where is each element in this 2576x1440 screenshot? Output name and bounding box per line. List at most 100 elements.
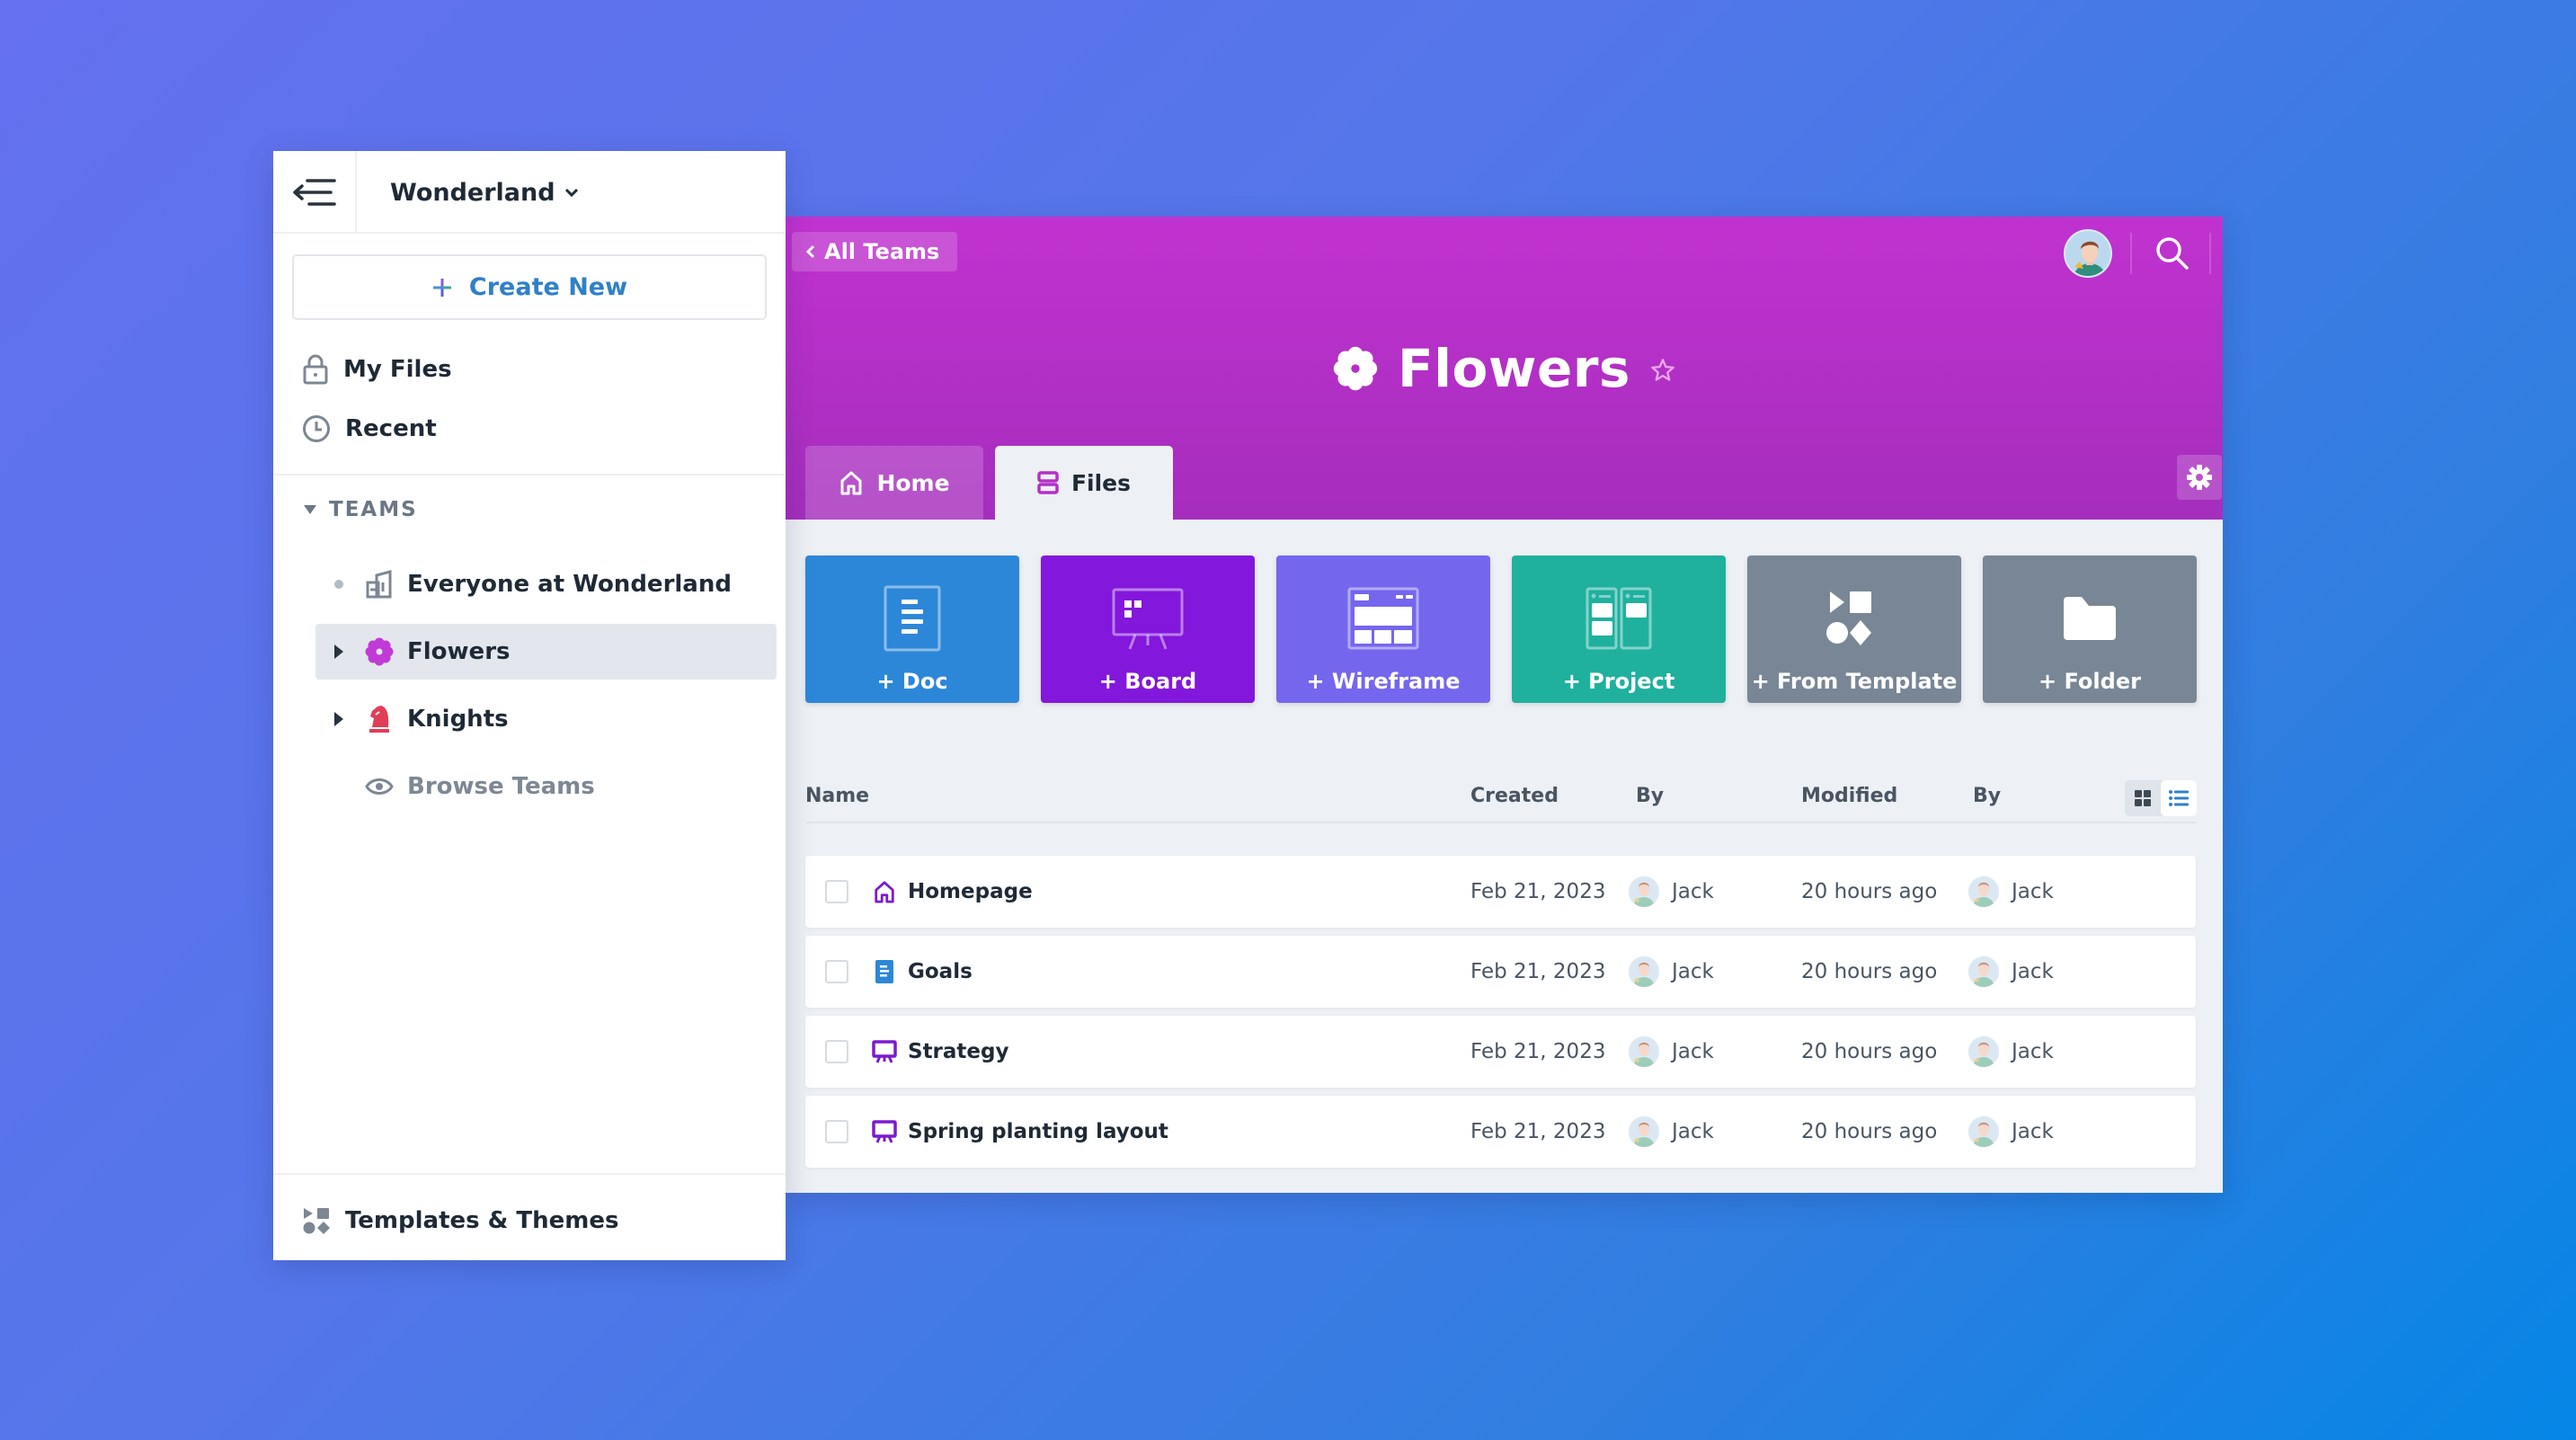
sidebar-team-flowers[interactable]: Flowers <box>315 624 777 680</box>
header-separator <box>2130 233 2132 274</box>
grid-view-button[interactable] <box>2125 780 2161 816</box>
plus-icon <box>432 278 451 297</box>
user-avatar <box>1968 956 1999 987</box>
user-avatar <box>1968 876 1999 907</box>
files-table-body: Homepage Feb 21, 2023 Jack 20 hours ago … <box>805 856 2196 1176</box>
search-icon <box>2156 237 2189 270</box>
row-checkbox[interactable] <box>825 880 848 903</box>
tab-label: Files <box>1070 469 1132 496</box>
sidebar-team-everyone[interactable]: Everyone at Wonderland <box>315 556 777 612</box>
modified-time: 20 hours ago <box>1801 880 1938 903</box>
tile-label: + Board <box>1098 669 1197 694</box>
home-icon <box>840 471 862 495</box>
browse-teams-link[interactable]: Browse Teams <box>315 759 777 814</box>
file-row[interactable]: Spring planting layout Feb 21, 2023 Jack… <box>805 1096 2196 1168</box>
user-avatar[interactable] <box>2064 229 2112 278</box>
created-date: Feb 21, 2023 <box>1470 1040 1606 1063</box>
files-table-header: Name Created By Modified By <box>805 769 2197 823</box>
tab-home[interactable]: Home <box>805 446 983 520</box>
create-from-template-tile[interactable]: + From Template <box>1747 556 1961 703</box>
created-by: Jack <box>1629 1036 1714 1067</box>
row-checkbox[interactable] <box>825 1120 848 1143</box>
expand-caret-icon[interactable] <box>326 644 351 659</box>
user-name: Jack <box>1672 1120 1714 1143</box>
expand-caret-icon[interactable] <box>326 712 351 726</box>
main-panel: All Teams Flowers Home Files + Doc + Boa… <box>786 217 2223 1193</box>
file-name[interactable]: Goals <box>908 960 973 983</box>
user-name: Jack <box>2012 1120 2054 1143</box>
sidebar-footer-divider <box>273 1173 786 1175</box>
sidebar-item-label: My Files <box>343 356 452 383</box>
collapse-menu-icon <box>292 179 336 206</box>
create-doc-tile[interactable]: + Doc <box>805 556 1019 703</box>
modified-by: Jack <box>1968 876 2054 907</box>
create-new-button[interactable]: Create New <box>292 254 767 320</box>
template-icon <box>1826 591 1871 645</box>
user-avatar <box>1968 1116 1999 1147</box>
row-checkbox[interactable] <box>825 960 848 983</box>
row-checkbox[interactable] <box>825 1040 848 1063</box>
sidebar: Wonderland Create New My Files Recent TE… <box>273 151 786 1260</box>
doc-icon <box>872 959 897 984</box>
user-avatar <box>1629 1116 1659 1147</box>
teams-section-label: TEAMS <box>329 498 418 521</box>
column-header-created[interactable]: Created <box>1470 785 1559 807</box>
list-view-button[interactable] <box>2161 780 2197 816</box>
collapse-sidebar-button[interactable] <box>273 151 357 234</box>
wireframe-icon <box>1347 587 1419 650</box>
column-header-name[interactable]: Name <box>805 785 869 807</box>
workspace-name: Wonderland <box>390 178 555 207</box>
workspace-switcher[interactable]: Wonderland <box>390 151 579 234</box>
modified-by: Jack <box>1968 956 2054 987</box>
team-title: Flowers <box>786 333 2223 404</box>
files-icon <box>1037 471 1059 494</box>
tile-label: + Project <box>1562 669 1675 694</box>
tile-label: + Folder <box>2039 669 2141 694</box>
file-row[interactable]: Goals Feb 21, 2023 Jack 20 hours ago Jac… <box>805 936 2196 1008</box>
user-name: Jack <box>2012 1040 2054 1063</box>
building-icon <box>366 570 392 599</box>
file-name[interactable]: Spring planting layout <box>908 1120 1168 1143</box>
project-icon <box>1586 587 1652 650</box>
sidebar-item-recent[interactable]: Recent <box>302 406 437 451</box>
created-by: Jack <box>1629 956 1714 987</box>
all-teams-label: All Teams <box>824 239 940 264</box>
file-row[interactable]: Homepage Feb 21, 2023 Jack 20 hours ago … <box>805 856 2196 928</box>
star-icon[interactable] <box>1650 358 1675 383</box>
templates-themes-link[interactable]: Templates & Themes <box>302 1198 618 1243</box>
user-avatar <box>1629 956 1659 987</box>
board-icon <box>872 1039 897 1064</box>
shapes-icon <box>303 1208 330 1234</box>
create-project-tile[interactable]: + Project <box>1512 556 1726 703</box>
file-name[interactable]: Homepage <box>908 880 1033 903</box>
modified-by: Jack <box>1968 1116 2054 1147</box>
create-board-tile[interactable]: + Board <box>1041 556 1255 703</box>
doc-icon <box>884 585 941 652</box>
tab-files[interactable]: Files <box>995 446 1173 520</box>
file-name[interactable]: Strategy <box>908 1040 1008 1063</box>
sidebar-item-my-files[interactable]: My Files <box>302 347 452 392</box>
file-row[interactable]: Strategy Feb 21, 2023 Jack 20 hours ago … <box>805 1016 2196 1088</box>
caret-down-icon <box>304 505 316 514</box>
teams-section-toggle[interactable]: TEAMS <box>304 498 418 521</box>
board-icon <box>872 1119 897 1144</box>
column-header-modified-by[interactable]: By <box>1973 785 2001 807</box>
home-icon <box>872 879 897 904</box>
board-icon <box>1112 588 1184 650</box>
user-name: Jack <box>1672 1040 1714 1063</box>
team-label: Flowers <box>407 638 511 665</box>
created-date: Feb 21, 2023 <box>1470 1120 1606 1143</box>
all-teams-button[interactable]: All Teams <box>792 232 958 271</box>
tile-label: + From Template <box>1751 669 1958 694</box>
team-settings-button[interactable] <box>2177 455 2222 500</box>
column-header-modified[interactable]: Modified <box>1801 785 1897 807</box>
sidebar-team-knights[interactable]: Knights <box>315 691 777 747</box>
create-folder-tile[interactable]: + Folder <box>1983 556 2197 703</box>
create-wireframe-tile[interactable]: + Wireframe <box>1276 556 1490 703</box>
tile-label: + Wireframe <box>1306 669 1461 694</box>
user-avatar <box>1629 876 1659 907</box>
search-button[interactable] <box>2152 233 2193 274</box>
team-label: Knights <box>407 706 509 733</box>
column-header-created-by[interactable]: By <box>1636 785 1664 807</box>
flower-icon <box>1333 346 1378 391</box>
